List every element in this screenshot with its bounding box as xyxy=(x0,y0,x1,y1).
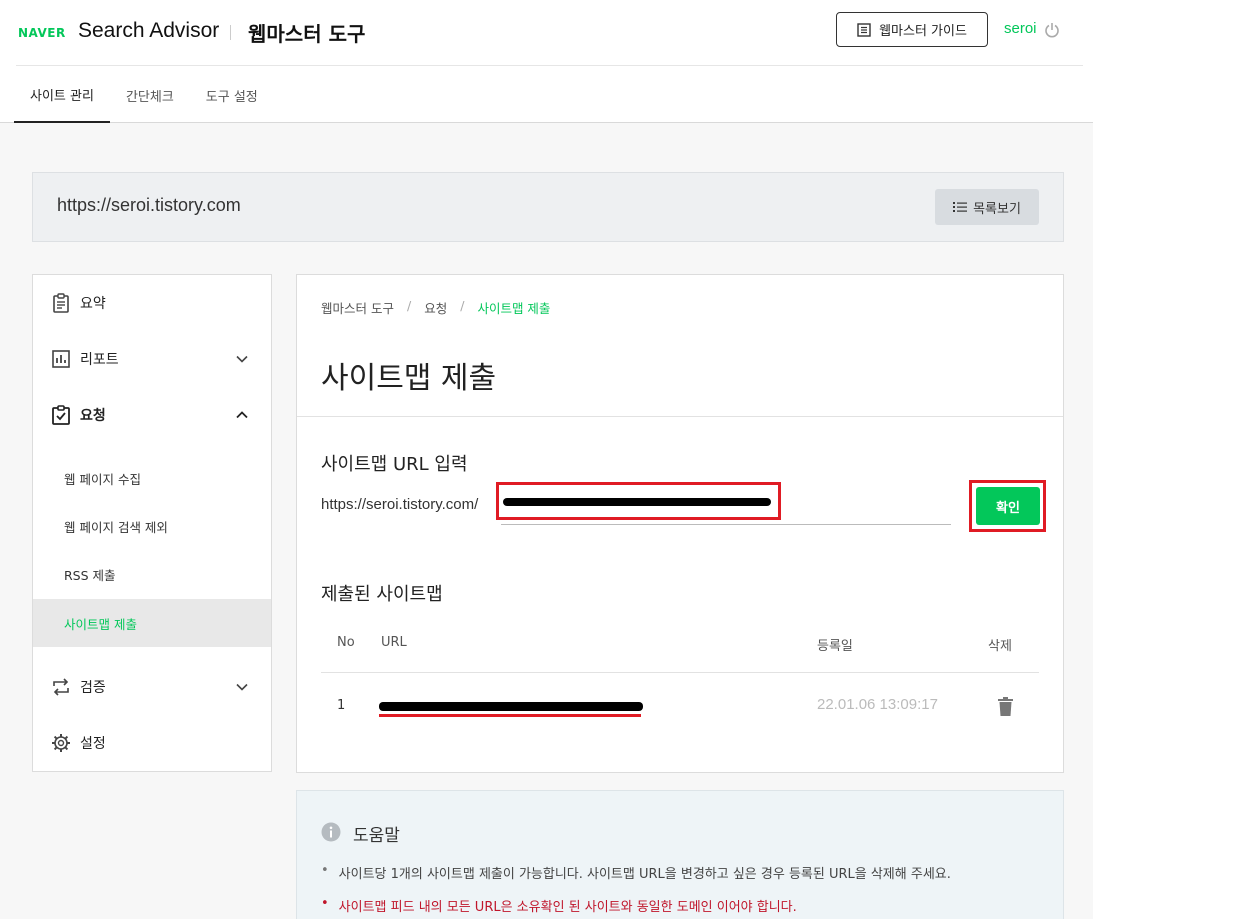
redaction-mark xyxy=(503,498,771,506)
sidebar-sub-item-search-exclude[interactable]: 웹 페이지 검색 제외 xyxy=(33,502,271,550)
sidebar-item-summary[interactable]: 요약 xyxy=(33,275,271,331)
tab-quick-check[interactable]: 간단체크 xyxy=(110,67,190,123)
user-name[interactable]: seroi xyxy=(1004,20,1037,37)
sidebar-label-report: 리포트 xyxy=(80,352,119,368)
submitted-sitemaps-title: 제출된 사이트맵 xyxy=(321,584,443,605)
row-date: 22.01.06 13:09:17 xyxy=(817,696,938,713)
sidebar-sub-item-rss-submit[interactable]: RSS 제출 xyxy=(33,550,271,598)
document-list-icon xyxy=(857,22,871,37)
sidebar-item-report[interactable]: 리포트 xyxy=(33,331,271,387)
sitemap-url-input-title: 사이트맵 URL 입력 xyxy=(321,454,468,475)
help-item: • 사이트당 1개의 사이트맵 제출이 가능합니다. 사이트맵 URL을 변경하… xyxy=(321,863,951,882)
confirm-button[interactable]: 확인 xyxy=(976,487,1040,525)
repeat-icon xyxy=(53,678,69,696)
sidebar-item-verify[interactable]: 검증 xyxy=(33,659,271,715)
column-header-url: URL xyxy=(381,635,407,650)
help-title: 도움말 xyxy=(353,826,400,846)
table-row: 1 22.01.06 13:09:17 xyxy=(321,674,1039,738)
gear-icon xyxy=(52,734,70,752)
list-view-label: 목록보기 xyxy=(973,201,1021,217)
sidebar-label-verify: 검증 xyxy=(80,680,106,696)
sidebar: 요약 리포트 요청 웹 페이지 수집 웹 페이지 검색 제외 RSS 제출 사이… xyxy=(32,274,272,772)
breadcrumb-separator: / xyxy=(406,298,412,313)
webmaster-guide-label: 웹마스터 가이드 xyxy=(879,24,967,39)
row-number: 1 xyxy=(337,698,346,713)
help-panel: 도움말 • 사이트당 1개의 사이트맵 제출이 가능합니다. 사이트맵 URL을… xyxy=(296,790,1064,919)
sitemap-table-header: No URL 등록일 삭제 xyxy=(321,627,1039,673)
sitemap-url-input[interactable] xyxy=(501,487,951,525)
bullet: • xyxy=(321,863,329,878)
sidebar-label-summary: 요약 xyxy=(80,296,106,312)
breadcrumb-item-webmaster-tool[interactable]: 웹마스터 도구 xyxy=(321,298,394,317)
help-text: 사이트당 1개의 사이트맵 제출이 가능합니다. 사이트맵 URL을 변경하고 … xyxy=(338,867,951,882)
main-panel: 웹마스터 도구 / 요청 / 사이트맵 제출 사이트맵 제출 사이트맵 URL … xyxy=(296,274,1064,773)
highlight-underline xyxy=(379,714,641,717)
site-bar: https://seroi.tistory.com 목록보기 xyxy=(32,172,1064,242)
breadcrumb-separator: / xyxy=(460,298,465,313)
top-header: NAVER Search Advisor 웹마스터 도구 웹마스터 가이드 se… xyxy=(0,0,1093,123)
app-name[interactable]: Search Advisor xyxy=(78,19,219,43)
trash-icon[interactable] xyxy=(997,697,1014,716)
chevron-up-icon xyxy=(236,411,248,419)
page-title: 사이트맵 제출 xyxy=(321,361,497,396)
tab-site-management[interactable]: 사이트 관리 xyxy=(14,67,110,123)
list-icon xyxy=(953,202,968,212)
chevron-down-icon xyxy=(236,355,248,363)
tool-title[interactable]: 웹마스터 도구 xyxy=(248,18,365,47)
sidebar-sub-item-page-crawl[interactable]: 웹 페이지 수집 xyxy=(33,454,271,502)
column-header-date: 등록일 xyxy=(817,639,853,654)
breadcrumb: 웹마스터 도구 / 요청 / 사이트맵 제출 xyxy=(321,298,550,317)
breadcrumb-item-request[interactable]: 요청 xyxy=(424,298,447,317)
breadcrumb-item-current: 사이트맵 제출 xyxy=(477,301,551,316)
help-text-warning: 사이트맵 피드 내의 모든 URL은 소유확인 된 사이트와 동일한 도메인 이… xyxy=(338,900,797,915)
column-header-no: No xyxy=(337,635,355,650)
list-view-button[interactable]: 목록보기 xyxy=(935,189,1039,225)
logo-row: NAVER Search Advisor 웹마스터 도구 웹마스터 가이드 se… xyxy=(16,0,1083,66)
bar-chart-icon xyxy=(52,350,70,368)
sidebar-label-settings: 설정 xyxy=(80,736,106,752)
chevron-down-icon xyxy=(236,683,248,691)
bullet: • xyxy=(321,896,329,911)
main-tabs: 사이트 관리 간단체크 도구 설정 xyxy=(14,67,274,123)
info-icon xyxy=(321,822,341,842)
sitemap-url-prefix: https://seroi.tistory.com/ xyxy=(321,496,479,513)
clipboard-check-icon xyxy=(52,405,70,425)
clipboard-icon xyxy=(53,293,69,313)
sidebar-item-settings[interactable]: 설정 xyxy=(33,715,271,771)
naver-logo[interactable]: NAVER xyxy=(18,26,66,40)
column-header-delete: 삭제 xyxy=(988,639,1012,654)
site-url: https://seroi.tistory.com xyxy=(57,195,241,215)
help-item-warning: • 사이트맵 피드 내의 모든 URL은 소유확인 된 사이트와 동일한 도메인… xyxy=(321,896,797,915)
sidebar-label-request: 요청 xyxy=(80,408,106,424)
panel-divider xyxy=(297,416,1063,417)
page-background: NAVER Search Advisor 웹마스터 도구 웹마스터 가이드 se… xyxy=(0,0,1093,919)
sidebar-sub-item-sitemap-submit[interactable]: 사이트맵 제출 xyxy=(33,599,271,647)
power-icon[interactable] xyxy=(1044,22,1060,38)
tab-tool-settings[interactable]: 도구 설정 xyxy=(190,67,274,123)
sidebar-item-request[interactable]: 요청 xyxy=(33,387,271,443)
redaction-mark xyxy=(379,702,643,711)
title-divider xyxy=(230,25,231,40)
webmaster-guide-button[interactable]: 웹마스터 가이드 xyxy=(836,12,988,47)
